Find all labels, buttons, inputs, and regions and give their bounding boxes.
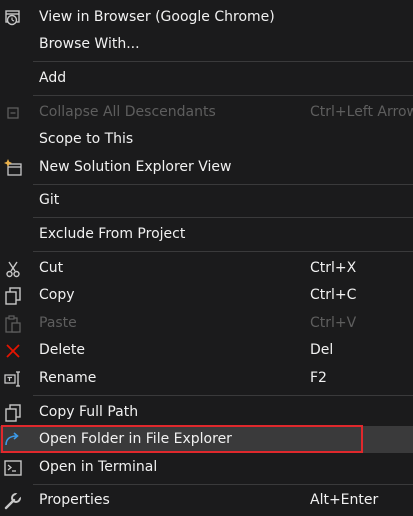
menu-item-collapse-all-descendants: Collapse All Descendants Ctrl+Left Arrow: [0, 99, 413, 126]
menu-item-delete[interactable]: Delete Del: [0, 337, 413, 364]
menu-item-label: Properties: [39, 492, 110, 508]
rename-icon: [3, 369, 23, 389]
menu-item-label: Cut: [39, 260, 64, 276]
menu-item-label: Open in Terminal: [39, 459, 158, 475]
menu-item-git[interactable]: Git: [0, 187, 413, 214]
menu-item-rename[interactable]: Rename F2: [0, 365, 413, 392]
delete-icon: [3, 341, 23, 361]
copy-icon: [3, 286, 23, 306]
menu-item-shortcut: Del: [310, 342, 334, 358]
menu-item-open-in-terminal[interactable]: Open in Terminal: [0, 454, 413, 481]
menu-separator: [33, 184, 413, 185]
menu-item-paste: Paste Ctrl+V: [0, 310, 413, 337]
copy-path-icon: [3, 403, 23, 423]
menu-item-label: View in Browser (Google Chrome): [39, 9, 275, 25]
menu-item-add[interactable]: Add: [0, 65, 413, 92]
scissors-icon: [3, 259, 23, 279]
menu-item-label: New Solution Explorer View: [39, 159, 232, 175]
collapse-icon: [3, 103, 23, 123]
menu-item-label: Copy Full Path: [39, 404, 139, 420]
menu-item-label: Exclude From Project: [39, 226, 186, 242]
menu-item-shortcut: Ctrl+Left Arrow: [310, 104, 413, 120]
menu-item-label: Paste: [39, 315, 77, 331]
menu-item-label: Git: [39, 192, 60, 208]
wrench-icon: [3, 491, 23, 511]
menu-item-label: Open Folder in File Explorer: [39, 431, 232, 447]
menu-item-view-in-browser[interactable]: View in Browser (Google Chrome): [0, 4, 413, 31]
paste-icon: [3, 314, 23, 334]
menu-separator: [33, 217, 413, 218]
menu-item-label: Add: [39, 70, 67, 86]
open-folder-arrow-icon: [3, 430, 23, 450]
context-menu: View in Browser (Google Chrome) Browse W…: [0, 0, 413, 516]
terminal-icon: [3, 458, 23, 478]
menu-separator: [33, 95, 413, 96]
menu-item-label: Scope to This: [39, 131, 134, 147]
menu-separator: [33, 395, 413, 396]
menu-item-browse-with[interactable]: Browse With...: [0, 31, 413, 58]
menu-item-label: Collapse All Descendants: [39, 104, 216, 120]
menu-item-label: Rename: [39, 370, 97, 386]
menu-item-new-solution-explorer-view[interactable]: New Solution Explorer View: [0, 154, 413, 181]
menu-item-scope-to-this[interactable]: Scope to This: [0, 126, 413, 153]
menu-item-exclude-from-project[interactable]: Exclude From Project: [0, 221, 413, 248]
menu-item-shortcut: Ctrl+X: [310, 260, 357, 276]
menu-item-label: Delete: [39, 342, 85, 358]
menu-item-copy-full-path[interactable]: Copy Full Path: [0, 399, 413, 426]
menu-item-open-folder-in-file-explorer[interactable]: Open Folder in File Explorer: [0, 426, 413, 453]
menu-item-shortcut: Ctrl+V: [310, 315, 357, 331]
menu-item-copy[interactable]: Copy Ctrl+C: [0, 282, 413, 309]
menu-item-shortcut: Ctrl+C: [310, 287, 357, 303]
menu-item-label: Browse With...: [39, 36, 140, 52]
menu-item-label: Copy: [39, 287, 75, 303]
menu-separator: [33, 484, 413, 485]
menu-item-shortcut: F2: [310, 370, 327, 386]
menu-separator: [33, 251, 413, 252]
menu-separator: [33, 61, 413, 62]
menu-item-cut[interactable]: Cut Ctrl+X: [0, 255, 413, 282]
new-view-icon: [3, 158, 23, 178]
menu-item-properties[interactable]: Properties Alt+Enter: [0, 487, 413, 514]
menu-item-shortcut: Alt+Enter: [310, 492, 379, 508]
browser-icon: [3, 8, 23, 28]
